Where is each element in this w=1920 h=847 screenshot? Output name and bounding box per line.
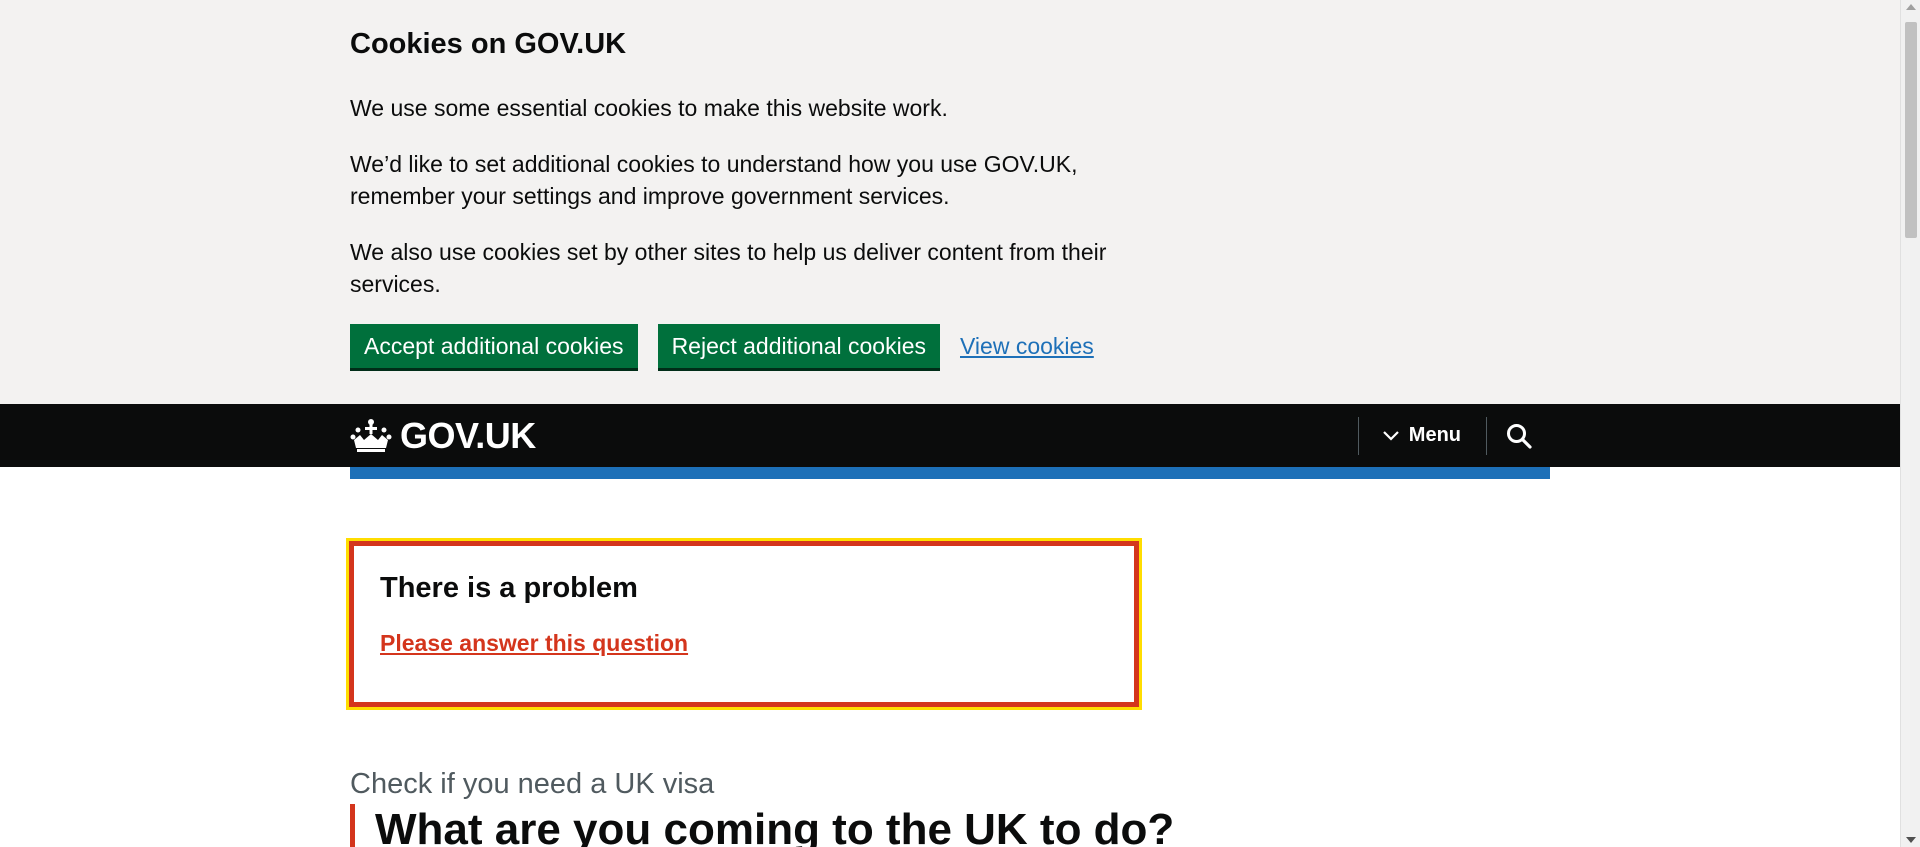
page-title: What are you coming to the UK to do? <box>375 805 1175 847</box>
accept-cookies-button[interactable]: Accept additional cookies <box>350 324 638 368</box>
vertical-scrollbar[interactable] <box>1900 0 1920 847</box>
reject-cookies-button[interactable]: Reject additional cookies <box>657 324 940 368</box>
menu-label: Menu <box>1408 424 1461 446</box>
logo-text: GOV.UK <box>400 414 536 456</box>
cookie-banner-title: Cookies on GOV.UK <box>350 28 627 60</box>
error-summary-link[interactable]: Please answer this question <box>380 630 688 656</box>
cookie-banner: Cookies on GOV.UK We use some essential … <box>0 0 1900 404</box>
header-blue-bar <box>350 467 1550 479</box>
menu-button[interactable]: Menu <box>1357 416 1486 455</box>
cookie-paragraph-third-party: We also use cookies set by other sites t… <box>350 239 1107 297</box>
error-summary: There is a problem Please answer this qu… <box>346 538 1142 710</box>
chevron-down-icon <box>1383 430 1399 441</box>
error-summary-title: There is a problem <box>380 572 638 604</box>
view-cookies-link[interactable]: View cookies <box>960 333 1094 360</box>
search-icon <box>1506 423 1532 449</box>
question-fieldset: What are you coming to the UK to do? <box>350 804 1174 847</box>
cookie-paragraph-essential: We use some essential cookies to make th… <box>350 95 948 121</box>
scroll-up-icon[interactable] <box>1906 4 1916 10</box>
header-actions: Menu <box>1357 404 1550 467</box>
page-caption: Check if you need a UK visa <box>350 768 715 800</box>
scroll-down-icon[interactable] <box>1906 837 1916 843</box>
govuk-logo-link[interactable]: GOV.UK <box>350 415 536 457</box>
scrollbar-thumb[interactable] <box>1905 22 1917 238</box>
header-inner: GOV.UK Menu <box>350 404 1550 467</box>
site-header: GOV.UK Menu <box>0 404 1900 467</box>
cookie-banner-container: Cookies on GOV.UK We use some essential … <box>350 26 1550 368</box>
cookie-actions: Accept additional cookies Reject additio… <box>350 324 1550 368</box>
page: Cookies on GOV.UK We use some essential … <box>0 0 1900 847</box>
cookie-paragraph-additional: We’d like to set additional cookies to u… <box>350 151 1078 209</box>
crown-icon <box>350 418 392 452</box>
search-button[interactable] <box>1486 416 1550 455</box>
